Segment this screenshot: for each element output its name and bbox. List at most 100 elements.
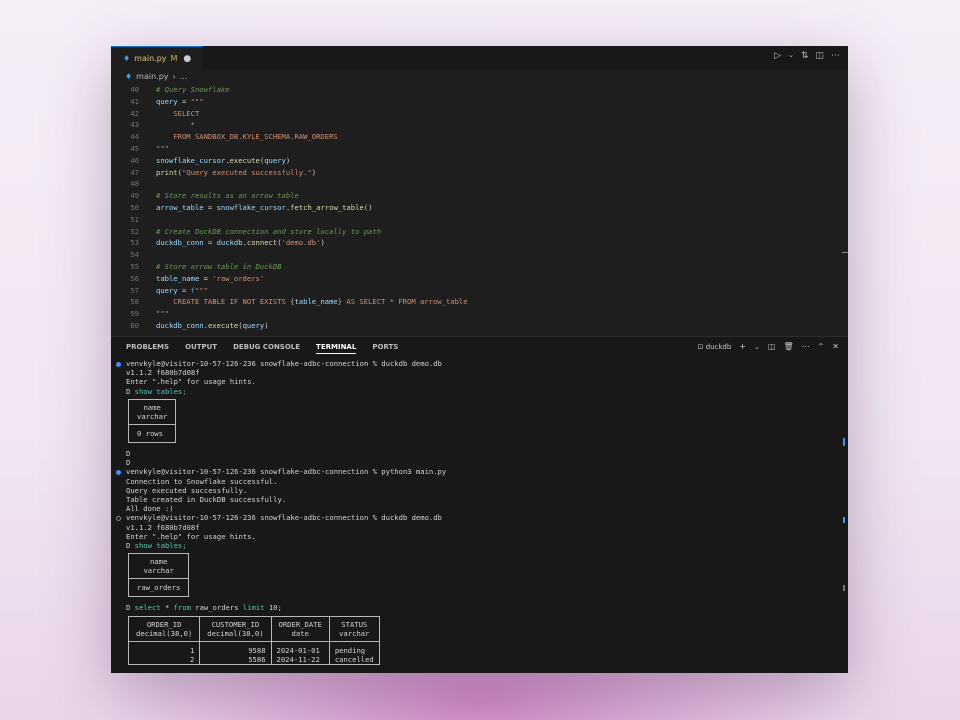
terminal-selector[interactable]: ⊡ duckdb [698,343,732,351]
line-number[interactable]: 52 [111,226,139,238]
tab-ports[interactable]: PORTS [372,343,398,354]
terminal-line: v1.1.2 f680b7d08f [126,522,200,532]
column-type: varchar [143,566,174,575]
tab-problems[interactable]: PROBLEMS [126,343,169,354]
terminal-output[interactable]: venvkyle@visitor-10-57-126-236 snowflake… [111,359,848,673]
cell-value: cancelled [334,655,374,664]
column-name: CUSTOMER_ID [211,620,260,629]
code-token: ) [285,155,291,165]
close-panel-icon[interactable]: ✕ [832,342,839,351]
line-number[interactable]: 59 [111,308,139,320]
code-token: 'raw_orders' [212,273,265,283]
table-header-cell: STATUS varchar [328,616,380,642]
terminal-line: venvkyle@visitor-10-57-126-236 snowflake… [126,513,442,523]
code-token: table_name [294,297,338,307]
cell-value: pending [334,646,366,655]
line-content: FROM SANDBOX_DB.KYLE_SCHEMA.RAW_ORDERS [156,131,337,143]
table-header-cell: name varchar [127,553,190,579]
line-number[interactable]: 53 [111,237,139,249]
line-content: * [156,119,195,131]
trash-icon[interactable]: 🗑 [783,342,793,351]
new-terminal-icon[interactable]: + [739,342,746,351]
column-name: name [143,403,161,412]
line-number[interactable]: 43 [111,119,139,131]
line-number[interactable]: 58 [111,296,139,308]
table-header-row: name varchar [127,553,190,579]
terminal-line: venvkyle@visitor-10-57-126-236 snowflake… [126,359,442,368]
line-content: duckdb_conn.execute(query) [156,320,269,332]
line-number[interactable]: 40 [111,84,139,96]
tab-modified-status: M [170,54,178,63]
code-editor[interactable]: 40 # Query Snowflake 41 query = """ 42 SELEC… [111,84,848,336]
line-content: CREATE TABLE IF NOT EXISTS {table_name} … [156,296,467,308]
code-token: # Create DuckDB connection and store loc… [156,226,382,236]
breadcrumb-file[interactable]: main.py [136,72,168,81]
code-token: query [156,285,178,295]
sql-text: * [160,603,174,612]
column-type: date [291,629,309,638]
table-cell: 9588 5586 [199,641,272,665]
line-number[interactable]: 54 [111,249,139,261]
code-token: = [177,285,191,295]
unsaved-dot-icon[interactable]: ● [183,54,191,64]
line-number[interactable]: 49 [111,190,139,202]
cell-value: 9588 [248,646,266,655]
command-running-marker[interactable] [116,516,121,521]
line-content: SELECT [156,108,199,120]
split-terminal-icon[interactable]: ◫ [768,342,776,351]
line-number[interactable]: 55 [111,261,139,273]
tab-main-py[interactable]: ♦ main.py M ● [111,46,203,70]
line-number[interactable]: 41 [111,96,139,108]
line-number[interactable]: 56 [111,273,139,285]
code-token: * [156,120,195,130]
line-content: """ [156,308,169,320]
code-token: ) [320,238,325,248]
line-number[interactable]: 50 [111,202,139,214]
terminal-name: duckdb [705,342,732,351]
compare-icon[interactable]: ⇅ [801,51,809,61]
line-content: snowflake_cursor.execute(query) [156,155,290,167]
tab-debug-console[interactable]: DEBUG CONSOLE [233,343,300,354]
chevron-down-icon[interactable]: ⌄ [788,51,794,61]
line-number[interactable]: 48 [111,178,139,190]
line-number[interactable]: 47 [111,167,139,179]
cell-value: 1 [189,646,195,655]
command-success-marker[interactable] [116,470,121,475]
cell-value: 2024-01-01 [276,646,320,655]
code-token: """ [194,285,208,295]
maximize-panel-icon[interactable]: ⌃ [818,342,825,351]
more-actions-icon[interactable]: ⋯ [802,342,810,351]
code-token: 'demo.db' [281,238,321,248]
chevron-down-icon[interactable]: ⌄ [754,343,760,351]
column-type: varchar [137,412,168,421]
line-number[interactable]: 42 [111,108,139,120]
line-number[interactable]: 46 [111,155,139,167]
split-editor-icon[interactable]: ◫ [815,51,824,61]
vscode-window: ♦ main.py M ● ▷ ⌄ ⇅ ◫ ⋯ ♦ main.py › ... … [111,46,848,673]
table-cell: 2024-01-01 2024-11-22 [270,641,330,665]
line-number[interactable]: 44 [111,131,139,143]
line-number[interactable]: 60 [111,320,139,332]
line-number[interactable]: 51 [111,214,139,226]
line-content: # Store arrow table in DuckDB [156,261,282,273]
tab-terminal[interactable]: TERMINAL [316,343,357,354]
sql-keyword: select [134,603,161,612]
more-actions-icon[interactable]: ⋯ [831,51,840,61]
run-icon[interactable]: ▷ [774,51,781,61]
breadcrumb-rest[interactable]: ... [180,72,188,81]
terminal-line: Enter ".help" for usage hints. [126,531,256,541]
code-token: snowflake_cursor [216,203,286,212]
editor-tab-bar: ♦ main.py M ● ▷ ⌄ ⇅ ◫ ⋯ [111,46,848,70]
command-success-marker[interactable] [116,362,121,367]
tab-output[interactable]: OUTPUT [185,343,217,354]
line-content: query = f""" [156,285,208,297]
cell-value: 2 [189,655,195,664]
python-file-icon: ♦ [123,54,131,63]
column-name: name [149,557,168,566]
code-token: """ [156,144,169,153]
terminal-line: venvkyle@visitor-10-57-126-236 snowflake… [126,467,447,477]
duckdb-prompt: D [126,603,131,612]
line-number[interactable]: 45 [111,143,139,155]
line-number[interactable]: 57 [111,285,139,297]
terminal-line: D [126,449,131,458]
